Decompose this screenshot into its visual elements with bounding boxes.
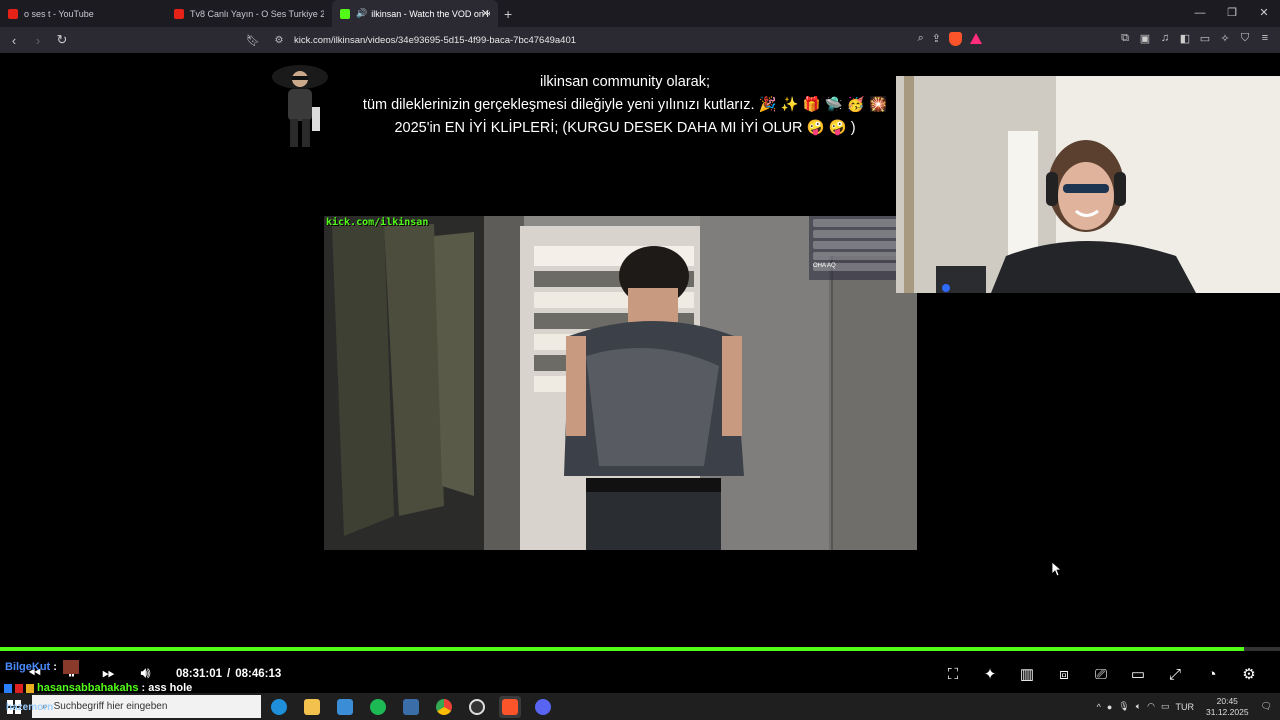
microphone-icon[interactable]: 🎙︎	[1118, 701, 1129, 712]
url-text[interactable]: kick.com/ilkinsan/videos/34e93695-5d15-4…	[294, 35, 576, 46]
stats-icon[interactable]: ▥	[1014, 665, 1040, 683]
overlay-line-3: 2025'in EN İYİ KLİPLERİ; (KURGU DESEK DA…	[394, 120, 856, 136]
settings-gear-icon[interactable]: ⚙	[1236, 665, 1262, 683]
clip-video-frame: kick.com/ilkinsan OHA AQ	[324, 216, 917, 550]
volume-icon[interactable]: 🔊︎	[127, 665, 164, 683]
character-sticker	[272, 65, 328, 147]
search-placeholder: Suchbegriff hier eingeben	[53, 701, 168, 712]
badge-icon	[4, 683, 12, 693]
language-indicator[interactable]: TUR	[1176, 702, 1195, 712]
media-icon[interactable]: ♫	[1158, 32, 1172, 45]
site-info-icon[interactable]: ⚙	[270, 35, 288, 46]
reload-icon[interactable]: ↻	[52, 32, 72, 48]
taskbar-apps	[268, 696, 554, 718]
tab-title: o ses t - YouTube	[24, 8, 94, 19]
share-icon[interactable]: ⇪	[932, 32, 941, 46]
discord-icon[interactable]	[532, 696, 554, 718]
calculator-icon[interactable]	[400, 696, 422, 718]
pip-icon[interactable]: ⧈	[1051, 666, 1077, 683]
close-tab-icon[interactable]: ✕	[481, 7, 490, 20]
extensions-icon[interactable]: ⧉	[1118, 32, 1132, 45]
battery-icon[interactable]: ▭	[1161, 701, 1170, 712]
brave-icon[interactable]	[499, 696, 521, 718]
chat-message-1: BilgeKut :	[5, 660, 79, 674]
speaker-icon[interactable]: 🔊	[356, 8, 367, 19]
badge-icon	[15, 683, 23, 693]
vpn-icon[interactable]: ⛉	[1238, 32, 1252, 45]
mouse-cursor-icon	[1052, 562, 1062, 577]
speed-icon[interactable]: ◔	[1199, 666, 1225, 683]
chat-separator: :	[53, 661, 57, 673]
bookmark-icon[interactable]: 🔖︎	[246, 34, 262, 47]
clip-watermark: kick.com/ilkinsan	[326, 217, 429, 228]
webcam-scene	[896, 76, 1280, 293]
seek-bar[interactable]	[0, 647, 1280, 651]
chat-emote	[62, 660, 79, 674]
youtube-icon	[8, 8, 18, 19]
cast-icon[interactable]: ⎚	[1088, 666, 1114, 683]
fast-forward-icon[interactable]: ⏩︎	[90, 665, 127, 683]
obs-icon[interactable]	[466, 696, 488, 718]
system-tray: ^ ● 🎙︎ 🔈︎ ◠ ▭ TUR 20:45 31.12.2025 🗨︎	[1097, 693, 1280, 720]
fullscreen-icon[interactable]: ⤢	[1162, 666, 1188, 683]
back-icon[interactable]: ‹	[4, 33, 24, 48]
volume-tray-icon[interactable]: 🔈︎	[1136, 701, 1141, 712]
sparkle-icon[interactable]: ✦	[977, 665, 1003, 683]
notification-icon[interactable]: 🗨︎	[1261, 701, 1272, 712]
duration: 08:46:13	[235, 668, 282, 680]
chat-ghost-text: hazemorn	[6, 702, 54, 713]
badge-icon	[26, 683, 34, 693]
theater-mode-icon[interactable]: ▭	[1125, 665, 1151, 683]
seek-bar-progress	[0, 647, 1244, 651]
clock-time: 20:45	[1216, 695, 1238, 706]
new-tab-button[interactable]: +	[504, 6, 512, 22]
minimize-icon[interactable]: —	[1184, 0, 1216, 27]
chevron-up-icon[interactable]: ^	[1097, 702, 1101, 712]
tab-youtube-1[interactable]: o ses t - YouTube	[0, 0, 166, 27]
brave-shields-icon[interactable]	[949, 32, 962, 46]
url-field[interactable]: 🔖︎ ⚙ kick.com/ilkinsan/videos/34e93695-5…	[246, 30, 992, 50]
wallet-icon[interactable]: ▭	[1198, 32, 1212, 45]
brave-rewards-icon[interactable]	[970, 33, 982, 44]
clock-date: 31.12.2025	[1206, 706, 1249, 717]
current-time: 08:31:01	[176, 668, 223, 680]
sidebar-icon[interactable]: ◧	[1178, 32, 1192, 45]
close-window-icon[interactable]: ✕	[1248, 0, 1280, 27]
chrome-icon[interactable]	[433, 696, 455, 718]
tray-app-icon[interactable]: ●	[1107, 702, 1112, 712]
restore-icon[interactable]: ❐	[1216, 0, 1248, 27]
menu-icon[interactable]: ≡	[1258, 32, 1272, 45]
window-controls: — ❐ ✕	[1184, 0, 1280, 27]
spotify-icon[interactable]	[367, 696, 389, 718]
webcam-feed	[896, 76, 1280, 293]
time-separator: /	[227, 668, 231, 680]
screenshot-icon[interactable]: ▣	[1138, 32, 1152, 45]
taskbar-search[interactable]: ⌕ Suchbegriff hier eingeben	[32, 695, 261, 718]
network-icon[interactable]: ◠	[1147, 701, 1155, 712]
stream-overlay-text: ilkinsan community olarak; tüm dilekleri…	[340, 71, 910, 140]
tab-title: ilkinsan - Watch the VOD on K	[371, 8, 490, 19]
file-explorer-icon[interactable]	[301, 696, 323, 718]
tab-kick-active[interactable]: 🔊 ilkinsan - Watch the VOD on K ✕	[332, 0, 498, 27]
overlay-line-1: ilkinsan community olarak;	[539, 74, 711, 90]
taskbar-clock[interactable]: 20:45 31.12.2025	[1206, 696, 1249, 718]
overlay-line-2: tüm dileklerinizin gerçekleşmesi dileğiy…	[362, 97, 888, 113]
tab-strip: o ses t - YouTube Tv8 Canlı Yayın - O Se…	[0, 0, 1280, 27]
leo-ai-icon[interactable]: ✧	[1218, 32, 1232, 45]
player-right-controls: ⛶ ✦ ▥ ⧈ ⎚ ▭ ⤢ ◔ ⚙	[940, 655, 1262, 693]
extensions-toolbar: ⧉ ▣ ♫ ◧ ▭ ✧ ⛉ ≡	[1118, 32, 1272, 45]
forward-icon[interactable]: ›	[28, 33, 48, 48]
tab-youtube-2[interactable]: Tv8 Canlı Yayın - O Ses Turkiye 2026	[166, 0, 332, 27]
address-bar: ‹ › ↻ 🔖︎ ⚙ kick.com/ilkinsan/videos/34e9…	[0, 27, 1280, 53]
zoom-icon[interactable]: ⌕	[918, 32, 924, 46]
clip-crop-icon[interactable]: ⛶	[940, 666, 966, 683]
chat-username[interactable]: BilgeKut	[5, 661, 50, 673]
store-icon[interactable]	[334, 696, 356, 718]
tab-title: Tv8 Canlı Yayın - O Ses Turkiye 2026	[190, 8, 324, 19]
windows-taskbar: ⌕ Suchbegriff hier eingeben hazemorn ^ ●…	[0, 693, 1280, 720]
kick-icon	[340, 8, 350, 19]
edge-icon[interactable]	[268, 696, 290, 718]
video-player[interactable]: ilkinsan community olarak; tüm dilekleri…	[0, 53, 1280, 693]
youtube-icon	[174, 8, 184, 19]
